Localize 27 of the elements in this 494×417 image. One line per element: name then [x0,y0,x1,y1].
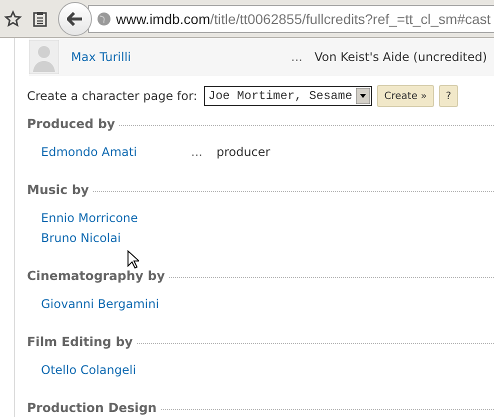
star-icon[interactable] [4,10,22,28]
character-role: Von Keist's Aide (uncredited) [314,50,488,64]
address-bar[interactable]: www.imdb.com/title/tt0062855/fullcredits?ref_=tt_cl_sm#cast [88,4,494,32]
section-heading: Production Design [27,400,157,416]
clipboard-icon[interactable] [32,10,48,26]
create-character-label: Create a character page for: [27,89,198,103]
back-arrow-icon [67,12,83,26]
section-heading: Produced by [27,116,116,132]
person-link[interactable]: Bruno Nicolai [41,228,191,248]
section-heading: Music by [27,182,89,198]
section-heading: Cinematography by [27,268,165,284]
character-select[interactable]: Joe Mortimer, Sesame [204,86,372,106]
section-heading: Film Editing by [27,334,133,350]
ellipsis-text: ... [191,144,202,161]
url-text: www.imdb.com/title/tt0062855/fullcredits?ref_=tt_cl_sm#cast [116,10,491,26]
person-link[interactable]: Edmondo Amati [41,142,191,162]
person-link[interactable]: Giovanni Bergamini [41,294,191,314]
cast-name-link[interactable]: Max Turilli [71,50,291,64]
person-link[interactable]: Otello Colangeli [41,360,191,380]
back-button[interactable] [58,2,92,36]
create-button[interactable]: Create » [377,85,434,107]
help-button[interactable]: ? [438,85,458,107]
dropdown-arrow-icon [356,88,370,104]
person-link[interactable]: Ennio Morricone [41,208,191,228]
ellipsis-text: ... [291,50,302,64]
credit-text: producer [216,144,270,161]
mouse-cursor-icon [127,250,139,269]
